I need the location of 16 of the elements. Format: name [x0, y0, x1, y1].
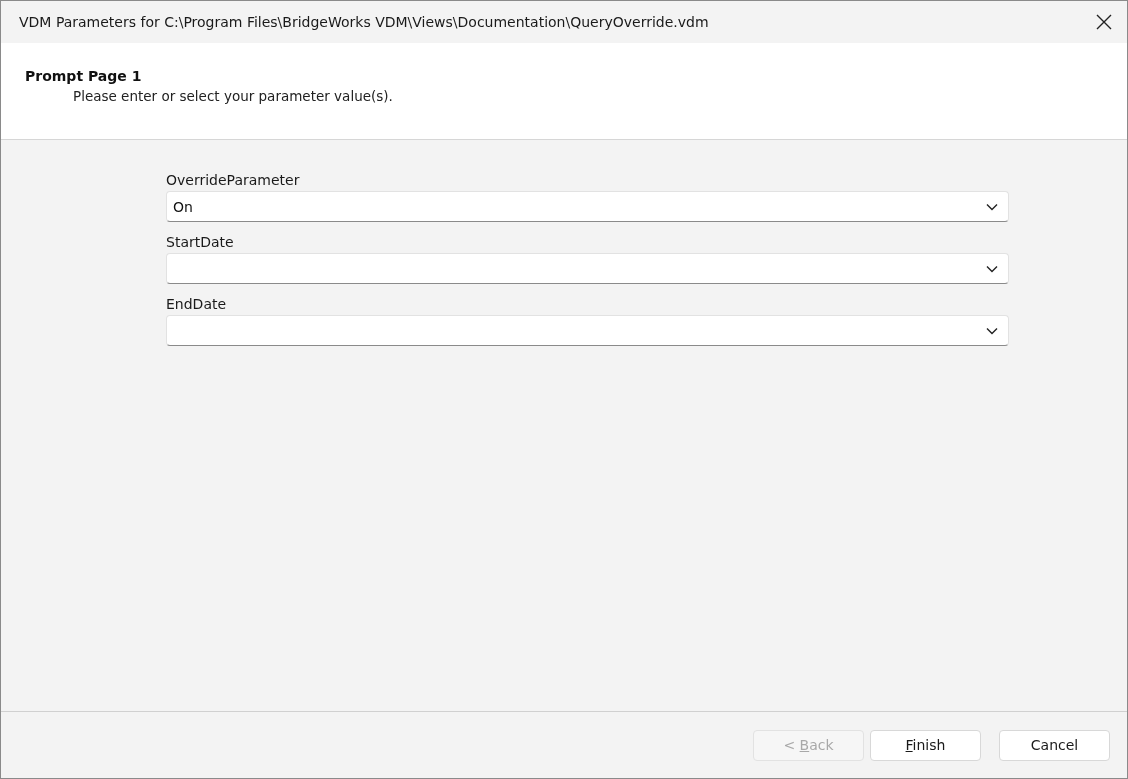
- window-title: VDM Parameters for C:\Program Files\BridgeWorks VDM\Views\Documentation\QueryOverride.vdm: [19, 14, 709, 30]
- dialog-button[interactable]: Cancel: [999, 729, 1110, 761]
- page-title: Prompt Page 1: [25, 68, 143, 84]
- parameter-dropdown[interactable]: [166, 253, 1009, 284]
- dialog-button[interactable]: Finish: [870, 729, 981, 761]
- parameter-dropdown[interactable]: On: [166, 191, 1009, 222]
- parameter-dropdown[interactable]: [166, 315, 1009, 346]
- parameter-label: EndDate: [166, 296, 228, 312]
- parameter-label: StartDate: [166, 234, 235, 250]
- chevron-down-icon: [986, 326, 998, 335]
- dropdown-value: On: [173, 198, 193, 215]
- close-icon: [1096, 14, 1112, 30]
- page-subtitle: Please enter or select your parameter value(s).: [72, 88, 394, 104]
- chevron-down-icon: [986, 202, 998, 211]
- parameter-label: OverrideParameter: [166, 172, 301, 188]
- chevron-down-icon: [986, 264, 998, 273]
